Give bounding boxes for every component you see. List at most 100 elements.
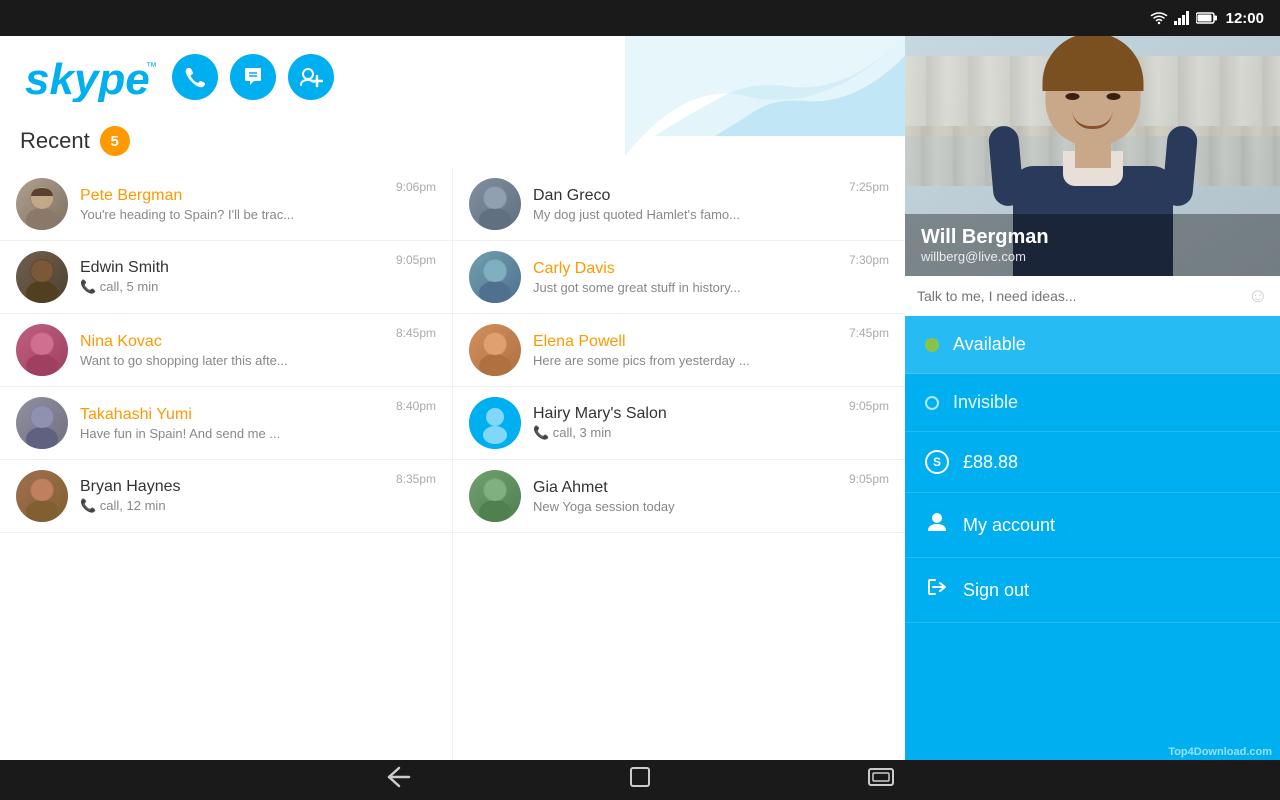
watermark: Top4Download.com [1168,746,1272,758]
wifi-icon [1150,11,1168,25]
contact-nina-name: Nina Kovac [80,333,384,351]
available-label: Available [953,334,1026,355]
left-panel: skype ™ [0,36,905,760]
my-account-item[interactable]: My account [905,493,1280,558]
contact-nina-info: Nina Kovac Want to go shopping later thi… [80,333,384,368]
status-invisible[interactable]: Invisible [905,374,1280,432]
status-bar: 12:00 [0,0,1280,36]
contact-edwin-name: Edwin Smith [80,259,384,277]
contact-nina-preview: Want to go shopping later this afte... [80,353,384,368]
contact-edwin[interactable]: Edwin Smith 📞 call, 5 min 9:05pm [0,241,452,314]
contact-nina-time: 8:45pm [396,326,436,340]
contact-pete-info: Pete Bergman You're heading to Spain? I'… [80,187,384,222]
contact-gia-name: Gia Ahmet [533,479,837,497]
home-button[interactable] [621,762,659,798]
status-available[interactable]: Available [905,316,1280,374]
contact-pete-preview: You're heading to Spain? I'll be trac... [80,207,384,222]
signal-icon [1174,11,1190,25]
right-panel: Will Bergman willberg@live.com ☺ Availab… [905,36,1280,760]
contact-takahashi-time: 8:40pm [396,399,436,413]
profile-name: Will Bergman [921,226,1264,249]
svg-text:skype: skype [25,55,150,102]
contact-takahashi[interactable]: Takahashi Yumi Have fun in Spain! And se… [0,387,452,460]
avatar-bryan [16,470,68,522]
right-contact-column: Dan Greco My dog just quoted Hamlet's fa… [452,168,905,760]
avatar-takahashi [16,397,68,449]
contact-dan-name: Dan Greco [533,187,837,205]
contact-dan-info: Dan Greco My dog just quoted Hamlet's fa… [533,187,837,222]
contact-nina[interactable]: Nina Kovac Want to go shopping later thi… [0,314,452,387]
contact-hairy-time: 9:05pm [849,399,889,413]
contact-dan[interactable]: Dan Greco My dog just quoted Hamlet's fa… [453,168,905,241]
contact-takahashi-info: Takahashi Yumi Have fun in Spain! And se… [80,406,384,441]
contact-bryan-time: 8:35pm [396,472,436,486]
contact-carly-time: 7:30pm [849,253,889,267]
battery-icon [1196,12,1218,24]
contact-carly[interactable]: Carly Davis Just got some great stuff in… [453,241,905,314]
contact-gia-preview: New Yoga session today [533,499,837,514]
contact-pete-time: 9:06pm [396,180,436,194]
contact-carly-name: Carly Davis [533,260,837,278]
contact-elena-preview: Here are some pics from yesterday ... [533,353,837,368]
skype-logo: skype ™ [20,52,160,102]
available-dot [925,338,939,352]
avatar-elena [469,324,521,376]
svg-text:™: ™ [146,61,157,73]
avatar-carly [469,251,521,303]
contact-elena-info: Elena Powell Here are some pics from yes… [533,333,837,368]
main-area: skype ™ [0,36,1280,760]
contact-elena-name: Elena Powell [533,333,837,351]
sign-out-label: Sign out [963,580,1029,601]
contact-carly-preview: Just got some great stuff in history... [533,280,837,295]
contact-bryan-name: Bryan Haynes [80,478,384,496]
contact-bryan[interactable]: Bryan Haynes 📞 call, 12 min 8:35pm [0,460,452,533]
sign-out-item[interactable]: Sign out [905,558,1280,623]
contact-hairy-name: Hairy Mary's Salon [533,405,837,423]
call-button[interactable] [172,54,218,100]
recent-badge: 5 [100,126,130,156]
avatar-nina [16,324,68,376]
wave-decoration [625,36,905,166]
contact-hairy-info: Hairy Mary's Salon 📞 call, 3 min [533,405,837,441]
status-time: 12:00 [1226,10,1264,27]
contact-list: Pete Bergman You're heading to Spain? I'… [0,168,905,760]
avatar-dan [469,178,521,230]
back-button[interactable] [377,762,421,798]
contact-hairy-preview: 📞 call, 3 min [533,425,837,441]
add-contact-button[interactable] [288,54,334,100]
avatar-hairy [469,397,521,449]
contact-takahashi-name: Takahashi Yumi [80,406,384,424]
avatar-pete [16,178,68,230]
mood-input-container: ☺ [905,276,1280,316]
contact-gia[interactable]: Gia Ahmet New Yoga session today 9:05pm [453,460,905,533]
invisible-dot [925,396,939,410]
contact-pete-name: Pete Bergman [80,187,384,205]
chat-button[interactable] [230,54,276,100]
credit-item[interactable]: S £88.88 [905,432,1280,493]
contact-dan-time: 7:25pm [849,180,889,194]
contact-pete[interactable]: Pete Bergman You're heading to Spain? I'… [0,168,452,241]
contact-bryan-info: Bryan Haynes 📞 call, 12 min [80,478,384,514]
add-contact-icon [299,66,323,88]
contact-bryan-preview: 📞 call, 12 min [80,498,384,514]
contact-takahashi-preview: Have fun in Spain! And send me ... [80,426,384,441]
contact-hairy[interactable]: Hairy Mary's Salon 📞 call, 3 min 9:05pm [453,387,905,460]
profile-overlay: Will Bergman willberg@live.com [905,214,1280,276]
contact-gia-time: 9:05pm [849,472,889,486]
recent-label: Recent [20,128,90,154]
left-contact-column: Pete Bergman You're heading to Spain? I'… [0,168,452,760]
contact-carly-info: Carly Davis Just got some great stuff in… [533,260,837,295]
recents-button[interactable] [859,762,903,798]
contact-gia-info: Gia Ahmet New Yoga session today [533,479,837,514]
credit-icon: S [925,450,949,474]
credit-amount: £88.88 [963,452,1018,473]
recents-icon [867,766,895,788]
contact-elena[interactable]: Elena Powell Here are some pics from yes… [453,314,905,387]
avatar-edwin [16,251,68,303]
mood-input[interactable] [917,280,1240,312]
person-icon [925,511,949,539]
status-icons [1150,11,1218,25]
contact-edwin-time: 9:05pm [396,253,436,267]
home-icon [629,766,651,788]
contact-edwin-info: Edwin Smith 📞 call, 5 min [80,259,384,295]
